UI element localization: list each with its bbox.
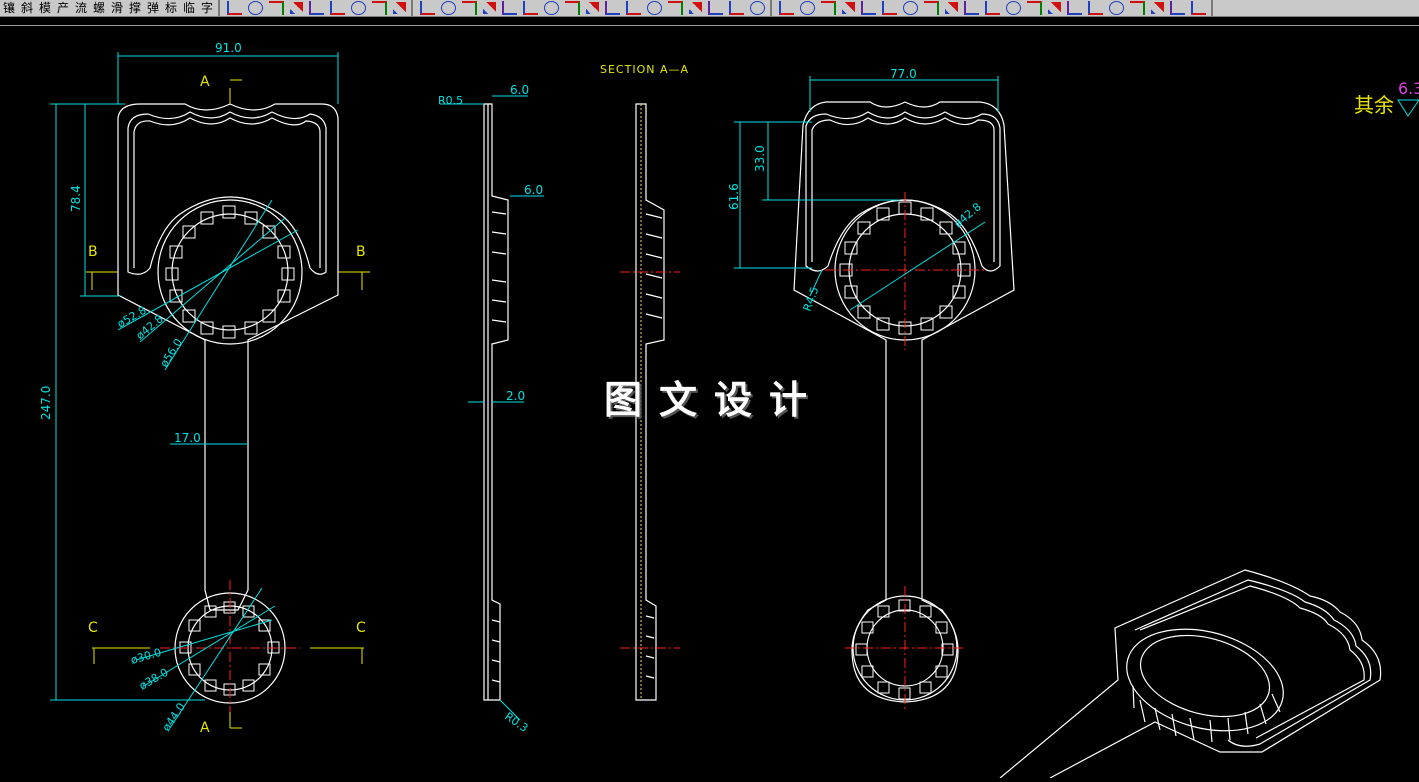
arc-icon[interactable]	[330, 1, 345, 15]
bolt-icon[interactable]	[544, 1, 559, 15]
heat-icon[interactable]	[729, 1, 744, 15]
hole-icon[interactable]	[462, 1, 477, 15]
dia-38: ø38.0	[137, 666, 171, 693]
diode-icon[interactable]	[689, 2, 702, 14]
side-dim-mid: 6.0	[524, 183, 543, 197]
toolbar-text-button[interactable]: 弹	[146, 1, 160, 15]
library-icon[interactable]	[227, 1, 242, 15]
weld-icon[interactable]	[821, 1, 836, 15]
toolbar-text-button[interactable]: 标	[164, 1, 178, 15]
section-label-c-right: C	[356, 620, 366, 636]
watermark-text: 图文设计	[604, 377, 825, 422]
toolbar-text-button[interactable]: 斜	[20, 1, 34, 15]
bar-icon[interactable]	[1130, 1, 1145, 15]
back-r-corner: R4.5	[801, 285, 822, 313]
back-view-outline	[793, 101, 1015, 703]
dia-30: ø30.0	[129, 646, 163, 667]
front-view-teeth-top	[165, 205, 295, 339]
toolbar-group-annotation	[776, 0, 1213, 16]
break-icon[interactable]	[1027, 1, 1042, 15]
flag-icon[interactable]	[964, 1, 979, 15]
side-r-top: R0.5	[438, 94, 463, 107]
cam-icon[interactable]	[647, 1, 662, 15]
toolbar-text-button[interactable]: 螺	[92, 1, 106, 15]
section-label-a-top: A	[200, 74, 210, 90]
fuse-icon[interactable]	[708, 1, 723, 15]
dim-width-91: 91.0	[215, 41, 242, 55]
section-label-a-bottom: A	[200, 720, 210, 736]
slash-icon[interactable]	[1048, 2, 1061, 14]
line-icon[interactable]	[483, 2, 496, 14]
pump-icon[interactable]	[668, 1, 683, 15]
bracket-icon[interactable]	[393, 2, 406, 14]
section-label-b-left: B	[88, 244, 98, 260]
toolbar-group-text-tools: 镶斜模产流螺滑撑弹标临字	[0, 0, 220, 16]
section-label-c-left: C	[88, 620, 98, 636]
datum-icon[interactable]	[861, 1, 876, 15]
dim-height-247: 247.0	[39, 386, 53, 420]
toolbar-text-button[interactable]: 产	[56, 1, 70, 15]
dia-56: ø56.0	[158, 336, 186, 369]
side-dim-thickness: 2.0	[506, 389, 525, 403]
back-dim-width: 77.0	[890, 67, 917, 81]
leader-icon[interactable]	[903, 1, 918, 15]
section-label-b-right: B	[356, 244, 366, 260]
frame-icon[interactable]	[626, 1, 641, 15]
ref-icon[interactable]	[586, 2, 599, 14]
table-icon[interactable]	[248, 1, 263, 15]
section-title: SECTION A—A	[600, 63, 689, 76]
ticks-icon[interactable]	[1151, 2, 1164, 14]
cut-icon[interactable]	[1067, 1, 1082, 15]
pin-icon[interactable]	[441, 1, 456, 15]
relay-icon[interactable]	[750, 1, 765, 15]
toolbar-text-button[interactable]: 滑	[110, 1, 124, 15]
center-mark-icon[interactable]	[779, 1, 794, 15]
back-dim-height: 61.6	[727, 183, 741, 210]
text-icon[interactable]	[351, 1, 366, 15]
base-icon[interactable]	[800, 1, 815, 15]
revision-icon[interactable]	[1006, 1, 1021, 15]
side-dim-top: 6.0	[510, 83, 529, 97]
roughness-value: 6.3	[1398, 79, 1419, 98]
side-r-bottom: R0.3	[502, 710, 530, 735]
balloon-icon[interactable]	[924, 1, 939, 15]
target-icon[interactable]	[309, 1, 324, 15]
back-dim-upper: 33.0	[753, 145, 767, 172]
toolbar-text-button[interactable]: 字	[200, 1, 214, 15]
toolbar-text-button[interactable]: 临	[182, 1, 196, 15]
toolbar-group-parts	[417, 0, 772, 16]
hatch-icon[interactable]	[523, 1, 538, 15]
roughness-icon[interactable]	[842, 2, 855, 14]
bend-icon[interactable]	[1109, 1, 1124, 15]
spring-icon[interactable]	[605, 1, 620, 15]
length-icon[interactable]	[1088, 1, 1103, 15]
list-icon[interactable]	[372, 1, 387, 15]
gear-icon[interactable]	[565, 1, 580, 15]
dim-neck-17: 17.0	[174, 431, 201, 445]
toolbar-text-button[interactable]: 模	[38, 1, 52, 15]
roughness-note-text: 其余	[1354, 93, 1394, 117]
close-icon[interactable]	[1170, 1, 1185, 15]
tol-icon[interactable]	[882, 1, 897, 15]
roughness-icon	[1397, 99, 1419, 117]
arrow-icon[interactable]	[985, 1, 1000, 15]
toolbar-text-button[interactable]: 镶	[2, 1, 16, 15]
dim-height-78: 78.4	[69, 185, 83, 212]
isometric-view	[999, 569, 1382, 779]
cross-icon[interactable]	[290, 2, 303, 14]
symbol-icon[interactable]	[269, 1, 284, 15]
toolbar-group-symbols	[224, 0, 413, 16]
toolbar-text-button[interactable]: 流	[74, 1, 88, 15]
box-icon[interactable]	[1191, 1, 1206, 15]
toolbar-text-button[interactable]: 撑	[128, 1, 142, 15]
circle-icon[interactable]	[502, 1, 517, 15]
dia-44: ø44.0	[160, 701, 188, 734]
cad-toolbar: 镶斜模产流螺滑撑弹标临字	[0, 0, 1419, 17]
hatch2-icon[interactable]	[945, 2, 958, 14]
library2-icon[interactable]	[420, 1, 435, 15]
